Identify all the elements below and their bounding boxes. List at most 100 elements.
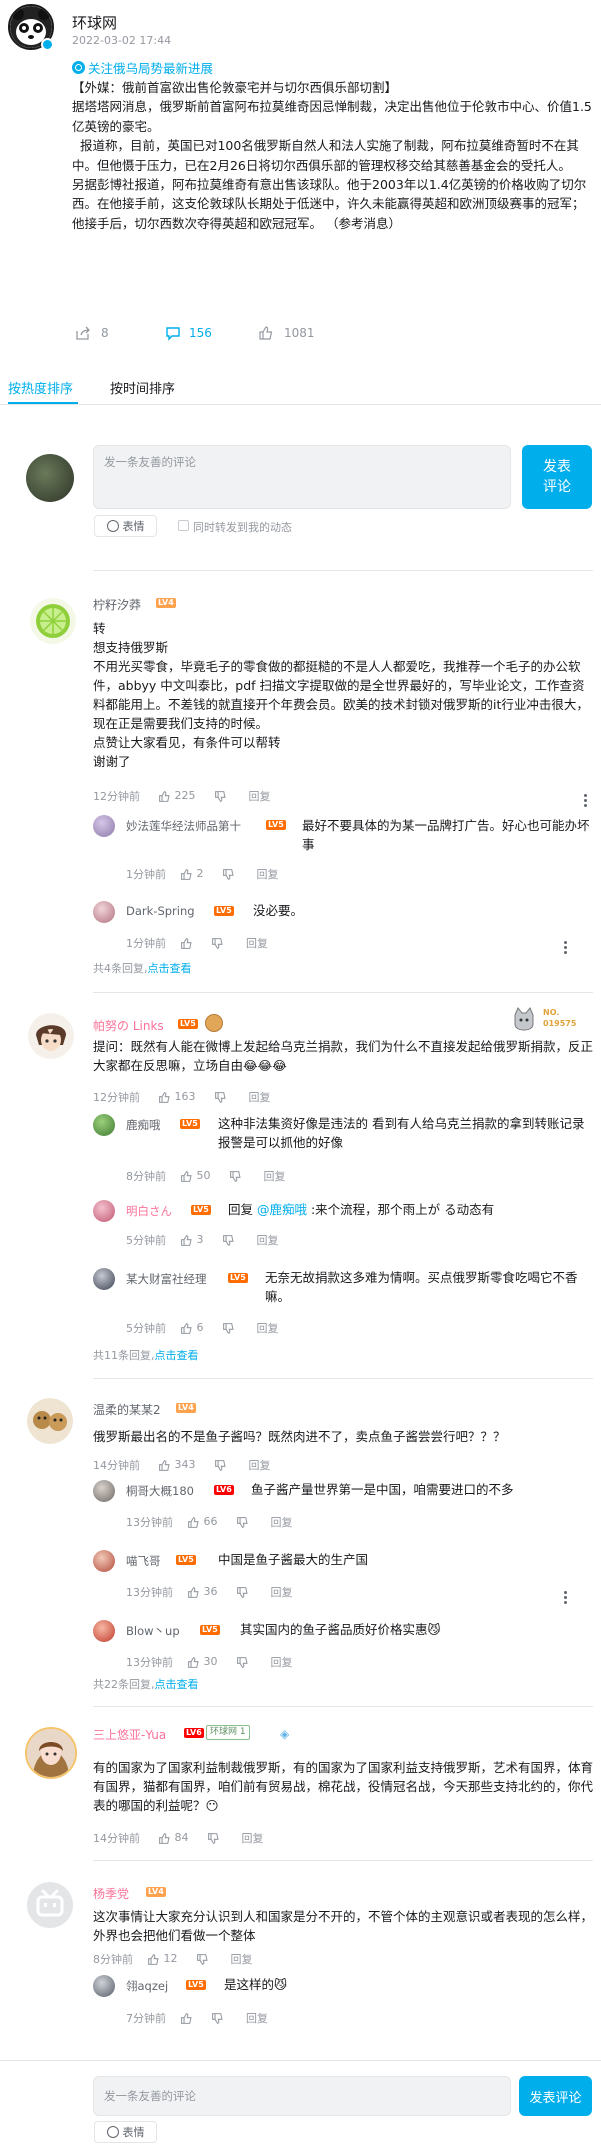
sync-checkbox[interactable] (178, 520, 189, 531)
dislike-button[interactable] (211, 2011, 224, 2025)
thumb-up-icon (188, 1656, 199, 1668)
like-button[interactable]: 84 (158, 1831, 189, 1845)
like-button[interactable] (180, 2011, 193, 2025)
reply-avatar[interactable] (93, 815, 115, 837)
more-options-icon[interactable] (583, 793, 587, 807)
nft-badge: NO. 019575 (511, 1004, 593, 1034)
bottom-comment-input[interactable]: 发一条友善的评论 (93, 2076, 511, 2116)
view-more-replies[interactable]: 共22条回复,点击查看 (93, 1676, 199, 1692)
emoji-button[interactable]: 表情 (94, 515, 157, 537)
comment-avatar[interactable] (27, 1398, 73, 1444)
reply-button[interactable]: 回复 (257, 1232, 279, 1248)
mention-link[interactable]: @鹿痴哦 (257, 1202, 307, 1217)
comment-username[interactable]: 杨季党 (93, 1885, 129, 1902)
reply-avatar[interactable] (93, 1200, 115, 1222)
comment-meta: 14分钟前 343 回复 (93, 1457, 271, 1473)
tab-sort-hot[interactable]: 按热度排序 (8, 378, 73, 397)
like-button[interactable]: 50 (180, 1169, 211, 1183)
dislike-button[interactable] (236, 1585, 249, 1599)
reply-username[interactable]: 翎aqzej (126, 1978, 168, 1994)
dislike-button[interactable] (196, 1952, 209, 1966)
more-options-icon[interactable] (563, 940, 567, 954)
submit-comment-button[interactable]: 发表 评论 (522, 445, 592, 509)
comment-avatar[interactable] (25, 1727, 77, 1779)
dislike-button[interactable] (222, 1321, 235, 1335)
reply-avatar[interactable] (93, 1480, 115, 1502)
reply-button[interactable]: 回复 (249, 1089, 271, 1105)
post-like-button[interactable]: 1081 (258, 325, 315, 341)
share-button[interactable]: 8 (75, 325, 109, 341)
post-time: 2022-03-02 17:44 (72, 34, 172, 47)
reply-username[interactable]: 喵飞哥 (126, 1553, 161, 1569)
reply-avatar[interactable] (93, 901, 115, 923)
level-badge: LV6 (184, 1728, 204, 1738)
reply-button[interactable]: 回复 (246, 935, 268, 951)
reply-button[interactable]: 回复 (271, 1654, 293, 1670)
reply-avatar[interactable] (93, 1550, 115, 1572)
dislike-button[interactable] (214, 789, 227, 803)
reply-button[interactable]: 回复 (249, 1457, 271, 1473)
like-button[interactable]: 2 (180, 867, 204, 881)
reply-avatar[interactable] (93, 1114, 115, 1136)
like-button[interactable]: 225 (158, 789, 196, 803)
comment-avatar[interactable] (28, 1013, 74, 1059)
reply-username[interactable]: 某大财富社经理 (126, 1271, 207, 1287)
reply-username[interactable]: 鹿痴哦 (126, 1117, 161, 1133)
reply-button[interactable]: 回复 (257, 866, 279, 882)
comment-username[interactable]: 帕努の Links (93, 1017, 164, 1034)
dislike-button[interactable] (214, 1458, 227, 1472)
reply-username[interactable]: Blow丶up (126, 1623, 180, 1639)
comment-input[interactable]: 发一条友善的评论 (93, 445, 511, 509)
dislike-button[interactable] (211, 936, 224, 950)
comment-username[interactable]: 柠籽汐莽 (93, 596, 141, 613)
like-button[interactable]: 30 (187, 1655, 218, 1669)
comment-count-button[interactable]: 156 (165, 325, 212, 341)
tab-sort-time[interactable]: 按时间排序 (110, 378, 175, 397)
like-button[interactable]: 163 (158, 1090, 196, 1104)
reply-button[interactable]: 回复 (271, 1584, 293, 1600)
like-button[interactable]: 66 (187, 1515, 218, 1529)
view-more-replies[interactable]: 共11条回复,点击查看 (93, 1347, 199, 1363)
reply-username[interactable]: 桐哥大概180 (126, 1483, 194, 1499)
like-button[interactable] (180, 936, 193, 950)
like-button[interactable]: 343 (158, 1458, 196, 1472)
author-name[interactable]: 环球网 (72, 12, 117, 33)
dislike-button[interactable] (222, 1233, 235, 1247)
reply-button[interactable]: 回复 (271, 1514, 293, 1530)
dislike-button[interactable] (214, 1090, 227, 1104)
reply-avatar[interactable] (93, 1620, 115, 1642)
more-options-icon[interactable] (563, 1590, 567, 1604)
bottom-submit-button[interactable]: 发表评论 (519, 2076, 592, 2116)
topic-link[interactable]: 关注俄乌局势最新进展 (72, 58, 213, 77)
reply-button[interactable]: 回复 (242, 1830, 264, 1846)
reply-button[interactable]: 回复 (231, 1951, 253, 1967)
comment-username[interactable]: 温柔的某某2 (93, 1401, 161, 1418)
reply-avatar[interactable] (93, 1268, 115, 1290)
dislike-button[interactable] (222, 867, 235, 881)
reply-button[interactable]: 回复 (249, 788, 271, 804)
reply-button[interactable]: 回复 (264, 1168, 286, 1184)
comment-avatar[interactable] (27, 1882, 73, 1928)
thumb-up-icon (159, 1832, 170, 1844)
comment-avatar[interactable] (30, 598, 76, 644)
comment-meta: 8分钟前 12 回复 (93, 1951, 253, 1967)
like-button[interactable]: 36 (187, 1585, 218, 1599)
bottom-emoji-button[interactable]: 表情 (94, 2121, 157, 2143)
reply-username[interactable]: Dark-Spring (126, 904, 195, 918)
reply-button[interactable]: 回复 (246, 2010, 268, 2026)
like-button[interactable]: 12 (147, 1952, 178, 1966)
reply-username[interactable]: 明白さん (126, 1203, 172, 1219)
dislike-button[interactable] (229, 1169, 242, 1183)
reply-button[interactable]: 回复 (257, 1320, 279, 1336)
dislike-button[interactable] (236, 1655, 249, 1669)
reply-avatar[interactable] (93, 1975, 115, 1997)
dislike-button[interactable] (207, 1831, 220, 1845)
comment-username[interactable]: 三上悠亚-Yua (93, 1726, 166, 1743)
dislike-button[interactable] (236, 1515, 249, 1529)
like-button[interactable]: 3 (180, 1233, 204, 1247)
like-button[interactable]: 6 (180, 1321, 204, 1335)
view-more-replies[interactable]: 共4条回复,点击查看 (93, 960, 192, 976)
level-badge: LV5 (176, 1555, 196, 1565)
reply-meta: 1分钟前 回复 (126, 935, 268, 951)
reply-username[interactable]: 妙法莲华经法师品第十 (126, 818, 241, 834)
